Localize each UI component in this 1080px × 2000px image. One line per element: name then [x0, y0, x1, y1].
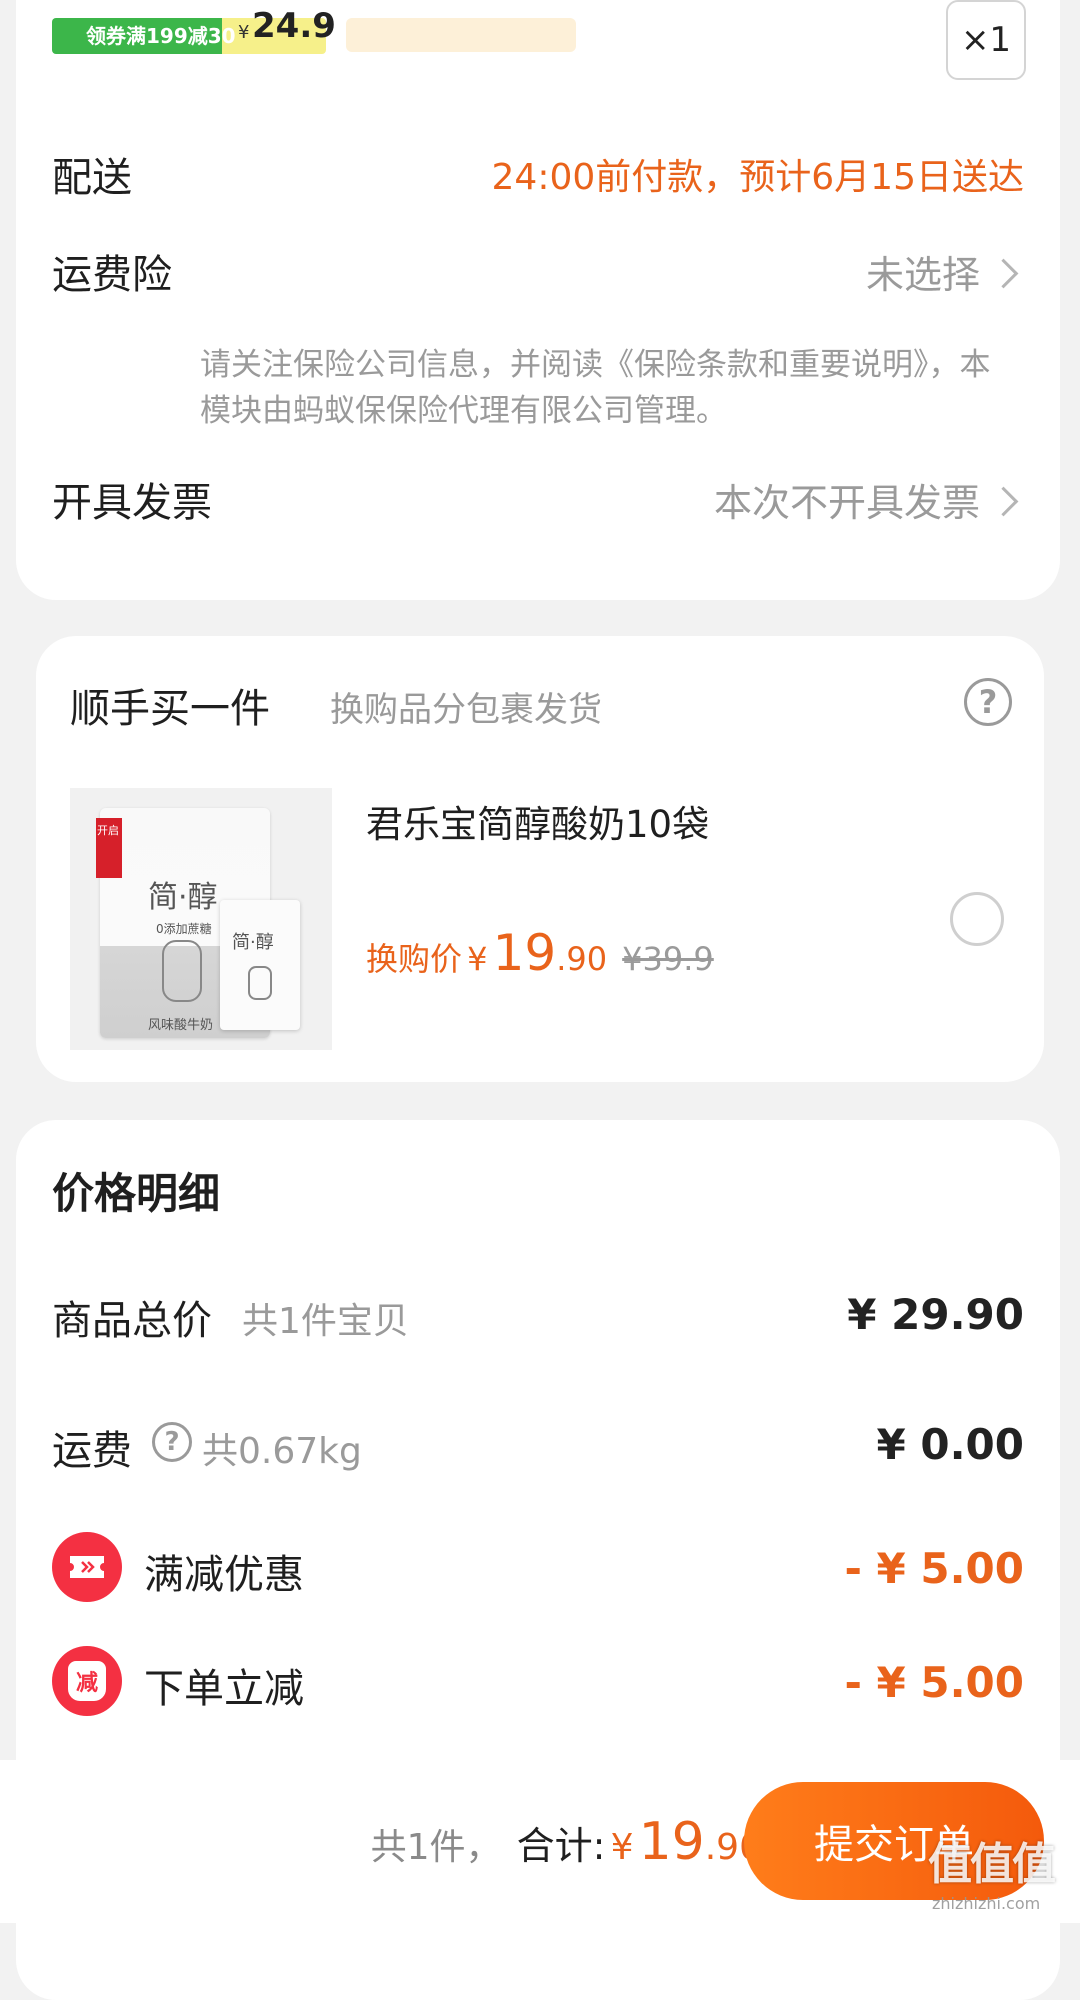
delivery-value: 24:00前付款，预计6月15日送达: [491, 157, 1024, 198]
shipping-fee-label: 运费: [52, 1428, 132, 1474]
bag-type: 风味酸牛奶: [148, 1018, 214, 1033]
product-card: 领券满199减30 ¥ 24.9 ×1 配送 24:00前付款，预计6月15日送…: [16, 0, 1060, 600]
bag-tag-text: 开启: [97, 824, 119, 837]
full-reduction-value: - ¥ 5.00: [844, 1544, 1024, 1593]
discount-jar-icon: 减: [68, 1661, 106, 1701]
insurance-label: 运费险: [52, 252, 172, 298]
invoice-row[interactable]: 开具发票 本次不开具发票: [16, 460, 1060, 540]
addon-card: 顺手买一件 换购品分包裹发货 ? 开启 简·醇 0添加蔗糖 风味酸牛奶 简·醇 …: [36, 636, 1044, 1082]
item-count: 共1件，: [370, 1827, 502, 1868]
addon-title: 顺手买一件: [70, 686, 270, 732]
discount-badge-text: 减: [75, 1671, 98, 1696]
addon-price-label: 换购价: [366, 940, 463, 978]
bag-brand: 简·醇: [148, 880, 218, 915]
shipping-weight: 共0.67kg: [202, 1431, 362, 1472]
addon-select-radio[interactable]: [950, 892, 1004, 946]
ticket-icon: [70, 1556, 104, 1578]
full-reduction-label: 满减优惠: [144, 1552, 304, 1598]
checkout-bar: 共1件， 合计: ¥ 19.90 提交订单 值值值 zhizhizhi.com: [0, 1760, 1080, 1923]
shipping-fee-value: ¥ 0.00: [876, 1420, 1024, 1469]
chevron-right-icon: [988, 258, 1019, 289]
subtotal-value: ¥ 29.90: [847, 1290, 1024, 1339]
addon-price-dec: .90: [556, 940, 608, 978]
bag-tag: 开启: [96, 818, 122, 878]
watermark-logo: 值值值: [928, 1839, 1056, 1890]
instant-discount-row[interactable]: 减 下单立减 - ¥ 5.00: [16, 1642, 1060, 1722]
bag-window: [162, 940, 202, 1002]
pouch-window: [248, 966, 272, 1000]
chevron-right-icon: [988, 486, 1019, 517]
addon-price: 换购价 ¥ 19.90 ¥39.9: [366, 924, 714, 982]
invoice-value: 本次不开具发票: [713, 481, 980, 525]
bag-slogan: 0添加蔗糖: [156, 922, 212, 936]
total-label: 合计:: [516, 1824, 606, 1868]
shipping-insurance-row[interactable]: 运费险 未选择: [16, 230, 1060, 310]
quantity-box[interactable]: ×1: [946, 0, 1026, 80]
watermark-url: zhizhizhi.com: [932, 1894, 1041, 1913]
subtotal-count: 共1件宝贝: [242, 1301, 409, 1342]
addon-price-currency: ¥: [467, 940, 488, 978]
subtotal-label: 商品总价: [52, 1298, 212, 1344]
instant-discount-value: - ¥ 5.00: [844, 1658, 1024, 1707]
invoice-label: 开具发票: [52, 480, 212, 526]
delivery-label: 配送: [52, 155, 132, 201]
help-icon[interactable]: ?: [152, 1422, 192, 1462]
quantity-value: ×1: [960, 20, 1012, 60]
total-int: 19: [638, 1812, 705, 1872]
instant-discount-badge: 减: [52, 1646, 122, 1716]
coupon-price: 24.9: [252, 6, 336, 46]
addon-original-price: ¥39.9: [622, 940, 714, 978]
subtotal-row: 商品总价 共1件宝贝 ¥ 29.90: [16, 1280, 1060, 1350]
yogurt-pouch: 简·醇: [220, 900, 300, 1030]
insurance-note: 请关注保险公司信息，并阅读《保险条款和重要说明》，本模块由蚂蚁保保险代理有限公司…: [200, 347, 991, 429]
total-currency: ¥: [610, 1827, 634, 1868]
product-image[interactable]: 开启 简·醇 0添加蔗糖 风味酸牛奶 简·醇: [70, 788, 332, 1050]
full-reduction-row[interactable]: 满减优惠 - ¥ 5.00: [16, 1528, 1060, 1608]
total-summary: 共1件， 合计: ¥ 19.90: [371, 1812, 762, 1872]
addon-subtitle: 换购品分包裹发货: [330, 690, 602, 730]
promo-tag: [346, 18, 576, 52]
help-icon[interactable]: ?: [964, 678, 1012, 726]
full-reduction-badge: [52, 1532, 122, 1602]
pouch-brand: 简·醇: [232, 932, 274, 953]
coupon-label: 领券满199减30: [86, 24, 236, 48]
addon-price-int: 19: [492, 924, 557, 982]
shipping-fee-row: 运费 ? 共0.67kg ¥ 0.00: [16, 1410, 1060, 1480]
coupon-banner: 领券满199减30 ¥ 24.9: [52, 6, 336, 54]
addon-product-name[interactable]: 君乐宝简醇酸奶10袋: [366, 794, 709, 848]
coupon-currency: ¥: [238, 22, 250, 43]
insurance-value: 未选择: [865, 253, 980, 297]
price-detail-title: 价格明细: [52, 1169, 221, 1218]
instant-discount-label: 下单立减: [144, 1666, 304, 1712]
